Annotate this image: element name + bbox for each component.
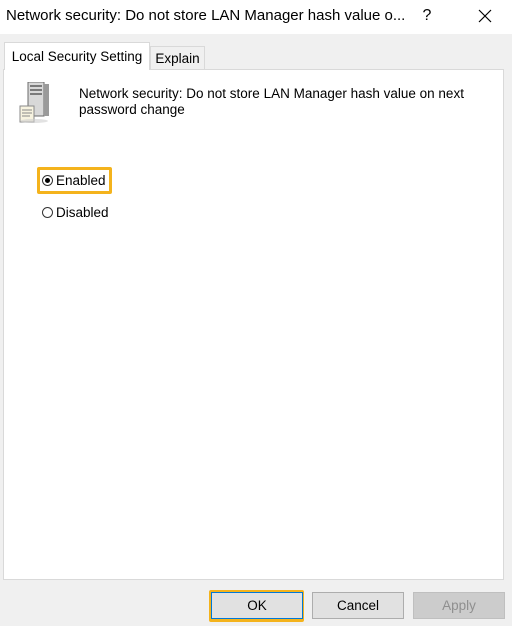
enabled-option[interactable]: Enabled [42,173,106,188]
policy-properties-dialog: Network security: Do not store LAN Manag… [0,0,512,626]
apply-button[interactable]: Apply [413,592,505,619]
server-policy-icon [19,82,49,123]
tab-local-security-setting[interactable]: Local Security Setting [4,42,150,70]
close-button[interactable] [466,0,504,32]
cancel-button[interactable]: Cancel [312,592,404,619]
help-button[interactable]: ? [410,0,444,32]
disabled-radio[interactable] [42,207,53,218]
window-title: Network security: Do not store LAN Manag… [6,7,406,24]
enabled-label: Enabled [56,173,106,188]
disabled-label: Disabled [56,205,109,220]
tab-panel: Network security: Do not store LAN Manag… [3,69,504,580]
enabled-radio[interactable] [42,175,53,186]
disabled-option[interactable]: Disabled [42,205,109,220]
close-icon [478,9,492,23]
title-bar: Network security: Do not store LAN Manag… [0,0,512,34]
tab-explain[interactable]: Explain [150,46,205,70]
policy-description: Network security: Do not store LAN Manag… [79,86,464,117]
ok-button[interactable]: OK [211,592,303,619]
